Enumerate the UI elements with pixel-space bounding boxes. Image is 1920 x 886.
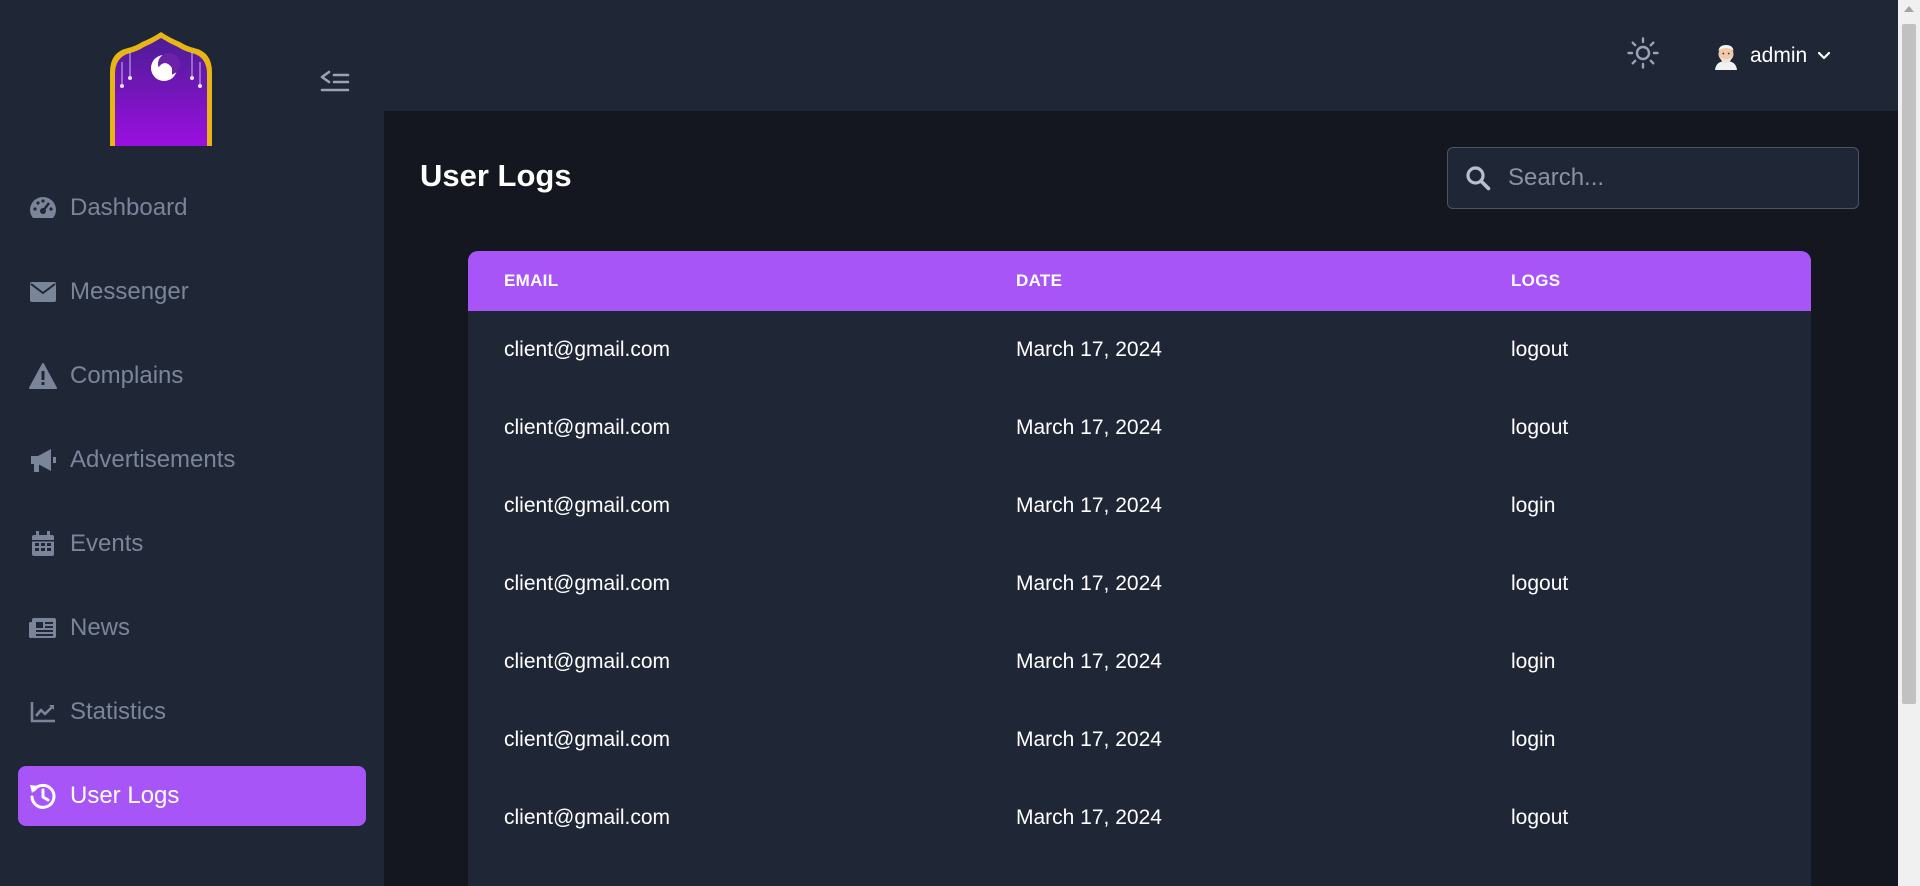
sidebar-item-label: Advertisements: [70, 446, 236, 473]
sidebar-item-label: User Logs: [70, 782, 180, 809]
sidebar-item-label: Statistics: [70, 698, 167, 725]
search-icon: [1448, 165, 1508, 191]
table-header: EMAIL DATE LOGS: [468, 251, 1811, 311]
cell-email: client@gmail.com: [504, 806, 671, 829]
sidebar-nav: Dashboard Messenger Complains Advertisem…: [18, 178, 366, 850]
sidebar-item-statistics[interactable]: Statistics: [18, 682, 366, 742]
cell-date: March 17, 2024: [1016, 650, 1162, 673]
page-title: User Logs: [420, 158, 572, 193]
search-box: [1447, 147, 1859, 209]
column-header-logs: LOGS: [1511, 271, 1561, 290]
envelope-icon: [28, 277, 58, 307]
cell-email: client@gmail.com: [504, 650, 671, 673]
sidebar-item-events[interactable]: Events: [18, 514, 366, 574]
scrollbar-thumb[interactable]: [1902, 24, 1916, 704]
cell-date: March 17, 2024: [1016, 728, 1162, 751]
cell-log: logout: [1511, 806, 1569, 829]
cell-log: login: [1511, 728, 1556, 751]
cell-date: March 17, 2024: [1016, 494, 1162, 517]
table-row: client@gmail.com March 17, 2024 login: [468, 701, 1811, 779]
theme-toggle-button[interactable]: [1626, 36, 1660, 74]
cell-email: client@gmail.com: [504, 572, 671, 595]
user-name: admin: [1750, 44, 1808, 67]
table-row: client@gmail.com March 17, 2024 logout: [468, 389, 1811, 467]
column-header-email: EMAIL: [504, 271, 559, 290]
sidebar-item-advertisements[interactable]: Advertisements: [18, 430, 366, 490]
table-row: client@gmail.com March 17, 2024 logout: [468, 779, 1811, 857]
sidebar-item-label: Events: [70, 530, 144, 557]
avatar: [1712, 42, 1740, 70]
sidebar-item-label: News: [70, 614, 131, 641]
cell-date: March 17, 2024: [1016, 416, 1162, 439]
top-bar: admin: [384, 0, 1898, 111]
cell-email: client@gmail.com: [504, 338, 671, 361]
sidebar-item-label: Dashboard: [70, 194, 188, 221]
newspaper-icon: [28, 613, 58, 643]
sun-icon: [1627, 36, 1659, 74]
line-chart-icon: [28, 697, 58, 727]
table-row: client@gmail.com March 17, 2024 logout: [468, 311, 1811, 389]
search-input[interactable]: [1508, 148, 1858, 208]
cell-log: logout: [1511, 338, 1569, 361]
cell-date: March 17, 2024: [1016, 806, 1162, 829]
history-icon: [28, 781, 58, 811]
page-scrollbar[interactable]: [1898, 0, 1920, 886]
sidebar-item-news[interactable]: News: [18, 598, 366, 658]
cell-email: client@gmail.com: [504, 494, 671, 517]
sidebar-item-dashboard[interactable]: Dashboard: [18, 178, 366, 238]
table-row: client@gmail.com March 17, 2024 login: [468, 623, 1811, 701]
sidebar-item-label: Messenger: [70, 278, 189, 305]
table-row: client@gmail.com March 17, 2024 login: [468, 467, 1811, 545]
cell-date: March 17, 2024: [1016, 572, 1162, 595]
sidebar-item-user-logs[interactable]: User Logs: [18, 766, 366, 826]
table-row: client@gmail.com March 17, 2024 logout: [468, 545, 1811, 623]
sidebar-item-messenger[interactable]: Messenger: [18, 262, 366, 322]
cell-log: login: [1511, 494, 1556, 517]
user-logs-table: EMAIL DATE LOGS client@gmail.com March 1…: [468, 251, 1811, 886]
cell-email: client@gmail.com: [504, 728, 671, 751]
collapse-menu-icon: [320, 69, 350, 100]
cell-log: logout: [1511, 572, 1569, 595]
cell-date: March 17, 2024: [1016, 338, 1162, 361]
chevron-down-icon: [1817, 49, 1831, 63]
column-header-date: DATE: [1016, 271, 1063, 290]
sidebar-collapse-button[interactable]: [318, 68, 352, 100]
scroll-up-arrow-icon[interactable]: [1904, 6, 1914, 12]
sidebar-item-label: Complains: [70, 362, 184, 389]
cell-log: login: [1511, 650, 1556, 673]
mosque-logo: [106, 32, 216, 146]
user-menu[interactable]: admin: [1712, 40, 1831, 72]
sidebar: Dashboard Messenger Complains Advertisem…: [0, 0, 384, 886]
sidebar-item-complains[interactable]: Complains: [18, 346, 366, 406]
dashboard-gauge-icon: [28, 193, 58, 223]
calendar-icon: [28, 529, 58, 559]
megaphone-icon: [28, 445, 58, 475]
cell-log: logout: [1511, 416, 1569, 439]
cell-email: client@gmail.com: [504, 416, 671, 439]
warning-triangle-icon: [28, 361, 58, 391]
